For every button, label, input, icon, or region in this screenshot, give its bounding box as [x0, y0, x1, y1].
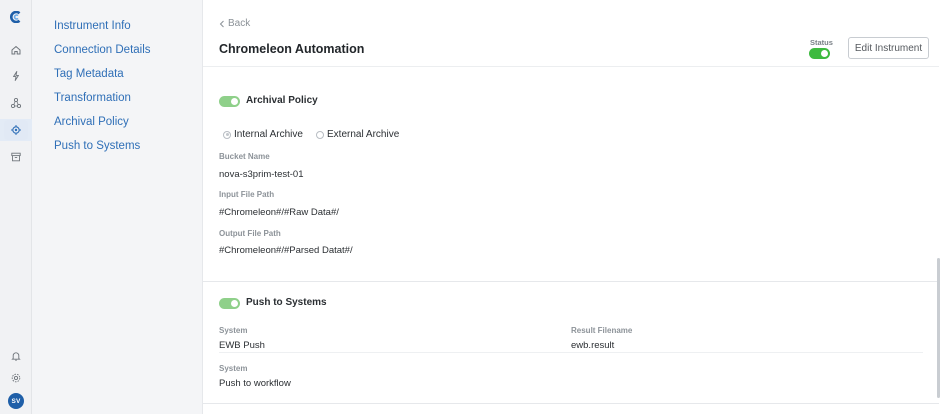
nav-item-transformation[interactable]: Transformation	[54, 92, 131, 104]
push-to-systems-title: Push to Systems	[246, 297, 327, 308]
network-icon[interactable]	[0, 92, 32, 114]
archival-policy-title: Archival Policy	[246, 95, 318, 106]
input-file-path-label: Input File Path	[219, 190, 275, 199]
nav-item-push-to-systems[interactable]: Push to Systems	[54, 140, 140, 152]
internal-archive-label: Internal Archive	[234, 129, 303, 140]
system-value: EWB Push	[219, 340, 265, 351]
status-toggle[interactable]	[809, 48, 830, 59]
system-column-label: System	[219, 326, 248, 335]
nav-item-archival-policy[interactable]: Archival Policy	[54, 116, 129, 128]
nav-item-instrument-info[interactable]: Instrument Info	[54, 20, 131, 32]
radio-unselected-icon	[316, 130, 324, 139]
archive-box-icon[interactable]	[0, 146, 32, 168]
bucket-name-value: nova-s3prim-test-01	[219, 169, 304, 180]
push-to-systems-toggle[interactable]	[219, 298, 240, 309]
output-file-path-label: Output File Path	[219, 229, 281, 238]
system-value-2: Push to workflow	[219, 378, 291, 389]
archival-policy-toggle[interactable]	[219, 96, 240, 107]
app-window: SV Instrument Info Connection Details Ta…	[0, 0, 940, 414]
radio-selected-icon	[223, 130, 231, 139]
header-divider	[203, 66, 939, 67]
settings-icon[interactable]	[0, 367, 32, 389]
section-divider-bottom	[203, 403, 939, 404]
result-filename-column-label: Result Filename	[571, 326, 633, 335]
status-label: Status	[810, 38, 833, 47]
chevron-left-icon	[219, 20, 224, 27]
section-divider	[203, 281, 939, 282]
external-archive-radio[interactable]: External Archive	[316, 129, 399, 140]
lightning-icon[interactable]	[0, 65, 32, 87]
input-file-path-value: #Chromeleon#/#Raw Data#/	[219, 207, 339, 218]
nav-item-connection-details[interactable]: Connection Details	[54, 44, 151, 56]
main-panel: Back Chromeleon Automation Status Edit I…	[202, 0, 940, 414]
external-archive-label: External Archive	[327, 129, 400, 140]
result-filename-value: ewb.result	[571, 340, 615, 351]
detail-content: Archival Policy Internal Archive Externa…	[203, 79, 939, 414]
avatar[interactable]: SV	[8, 393, 24, 409]
internal-archive-radio[interactable]: Internal Archive	[223, 129, 303, 140]
bucket-name-label: Bucket Name	[219, 152, 270, 161]
avatar-initials: SV	[11, 397, 21, 405]
system-column-label-2: System	[219, 364, 248, 373]
output-file-path-value: #Chromeleon#/#Parsed Datat#/	[219, 245, 353, 256]
instrument-icon[interactable]	[0, 119, 32, 141]
app-logo-icon[interactable]	[0, 6, 32, 28]
icon-rail: SV	[0, 0, 32, 414]
bell-icon[interactable]	[0, 345, 32, 367]
row-divider	[219, 352, 923, 353]
section-nav: Instrument Info Connection Details Tag M…	[33, 0, 202, 414]
back-label: Back	[228, 18, 251, 29]
back-link[interactable]: Back	[219, 18, 250, 29]
edit-instrument-button[interactable]: Edit Instrument	[848, 37, 929, 59]
page-title: Chromeleon Automation	[219, 42, 365, 56]
home-icon[interactable]	[0, 39, 32, 61]
nav-item-tag-metadata[interactable]: Tag Metadata	[54, 68, 124, 80]
